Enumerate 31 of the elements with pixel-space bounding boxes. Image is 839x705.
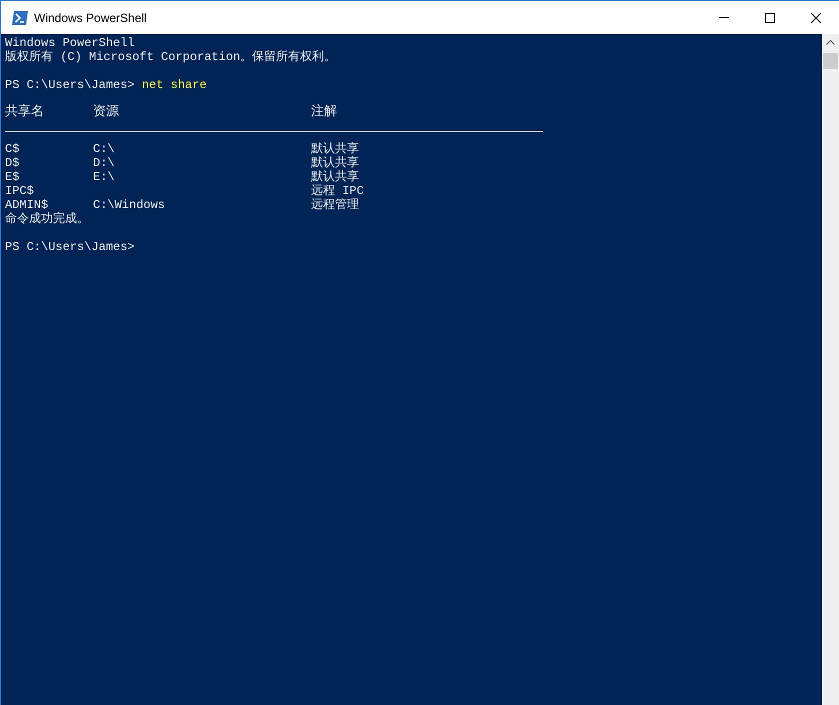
table-cell-text: 默认共享: [311, 142, 360, 156]
table-cell-text: 默认共享: [311, 156, 360, 170]
scrollbar-thumb[interactable]: [823, 53, 838, 69]
prompt-text: PS C:\Users\James>: [5, 78, 136, 92]
table-cell-text: C:\Windows: [93, 198, 166, 212]
console-text: 版权所有 (C) Microsoft Corporation。保留所有权利。: [5, 50, 338, 64]
column-header: 资源: [93, 104, 120, 120]
table-cell-text: D:\: [93, 156, 116, 170]
table-cell-text: D$: [5, 156, 20, 170]
column-header: 注解: [311, 104, 338, 120]
column-header: 共享名: [5, 104, 45, 120]
table-cell-text: 远程管理: [311, 198, 360, 212]
table-cell-text: E$: [5, 170, 20, 184]
minimize-icon: [719, 17, 729, 18]
window-title: Windows PowerShell: [34, 10, 147, 26]
table-cell-text: 默认共享: [311, 170, 360, 184]
console-text: Windows PowerShell: [5, 36, 136, 50]
table-cell-text: ADMIN$: [5, 198, 50, 212]
powershell-icon: [12, 10, 28, 24]
table-cell-text: E:\: [93, 170, 116, 184]
scrollbar[interactable]: [822, 34, 839, 705]
maximize-icon: [765, 12, 775, 22]
command-text: net share: [142, 78, 207, 92]
table-cell-text: 远程 IPC: [311, 184, 365, 198]
scroll-up-icon: [826, 40, 835, 45]
close-icon: [811, 12, 821, 22]
table-cell-text: C$: [5, 142, 20, 156]
table-cell-text: IPC$: [5, 184, 35, 198]
prompt-text: PS C:\Users\James>: [5, 240, 136, 254]
console-text: 命令成功完成。: [5, 212, 90, 226]
table-cell-text: C:\: [93, 142, 116, 156]
